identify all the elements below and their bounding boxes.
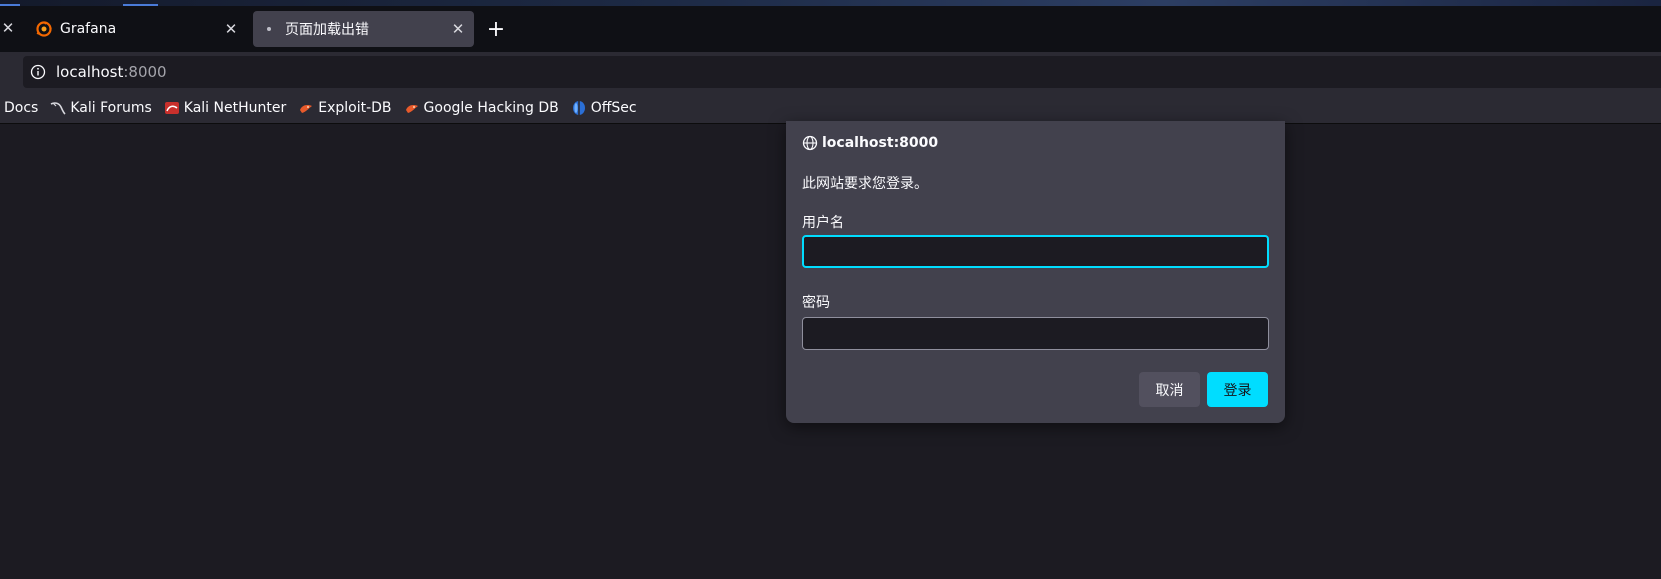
bookmark-exploit-db[interactable]: Exploit-DB (298, 99, 392, 116)
offsec-icon (571, 100, 587, 116)
url-bar[interactable]: localhost:8000 (23, 56, 1661, 88)
info-icon[interactable] (30, 64, 46, 80)
bookmark-label: Exploit-DB (318, 99, 392, 116)
bookmark-kali-nethunter[interactable]: Kali NetHunter (164, 100, 286, 116)
url-port: :8000 (123, 63, 167, 81)
kali-dragon-icon (50, 100, 66, 116)
close-icon[interactable]: ✕ (1, 20, 15, 36)
new-tab-button[interactable]: + (486, 19, 506, 41)
dialog-message: 此网站要求您登录。 (802, 176, 928, 192)
password-input[interactable] (802, 317, 1269, 350)
bookmarks-toolbar: Docs Kali Forums Kali NetHunter Exploit-… (0, 92, 1661, 124)
bookmark-label: Google Hacking DB (423, 99, 559, 116)
bookmark-kali-forums[interactable]: Kali Forums (50, 99, 152, 116)
grafana-icon (36, 21, 52, 37)
dialog-origin: localhost:8000 (802, 135, 938, 151)
tab-title: 页面加载出错 (285, 22, 369, 38)
bookmark-offsec[interactable]: OffSec (571, 100, 637, 116)
bookmark-label: Kali Forums (70, 99, 152, 116)
auth-dialog: localhost:8000 此网站要求您登录。 用户名 密码 取消 登录 (786, 121, 1285, 423)
tab-bar: ✕ Grafana ✕ 页面加载出错 ✕ + (0, 6, 1661, 52)
close-icon[interactable]: ✕ (221, 19, 241, 39)
login-button[interactable]: 登录 (1207, 372, 1268, 407)
globe-icon (802, 135, 818, 151)
exploitdb-icon (298, 100, 314, 116)
bookmark-label: OffSec (590, 99, 637, 116)
bookmark-label: Kali NetHunter (183, 99, 287, 116)
password-label: 密码 (802, 295, 830, 311)
dialog-origin-text: localhost:8000 (822, 135, 939, 151)
navigation-toolbar: localhost:8000 (0, 52, 1661, 92)
bookmark-label: Docs (4, 99, 39, 116)
ghdb-icon (404, 100, 420, 116)
username-label: 用户名 (802, 215, 844, 231)
loading-dot-icon (261, 21, 277, 37)
nethunter-icon (164, 100, 180, 116)
close-icon[interactable]: ✕ (448, 19, 468, 39)
bookmark-docs[interactable]: Docs (4, 100, 38, 116)
tab-title: Grafana (60, 21, 117, 37)
tab-grafana[interactable]: Grafana ✕ (28, 11, 247, 47)
tab-error-page[interactable]: 页面加载出错 ✕ (253, 11, 474, 47)
bookmark-google-hacking-db[interactable]: Google Hacking DB (404, 100, 559, 116)
url-host: localhost (56, 63, 124, 81)
cancel-button[interactable]: 取消 (1139, 372, 1200, 407)
username-input[interactable] (802, 235, 1269, 268)
